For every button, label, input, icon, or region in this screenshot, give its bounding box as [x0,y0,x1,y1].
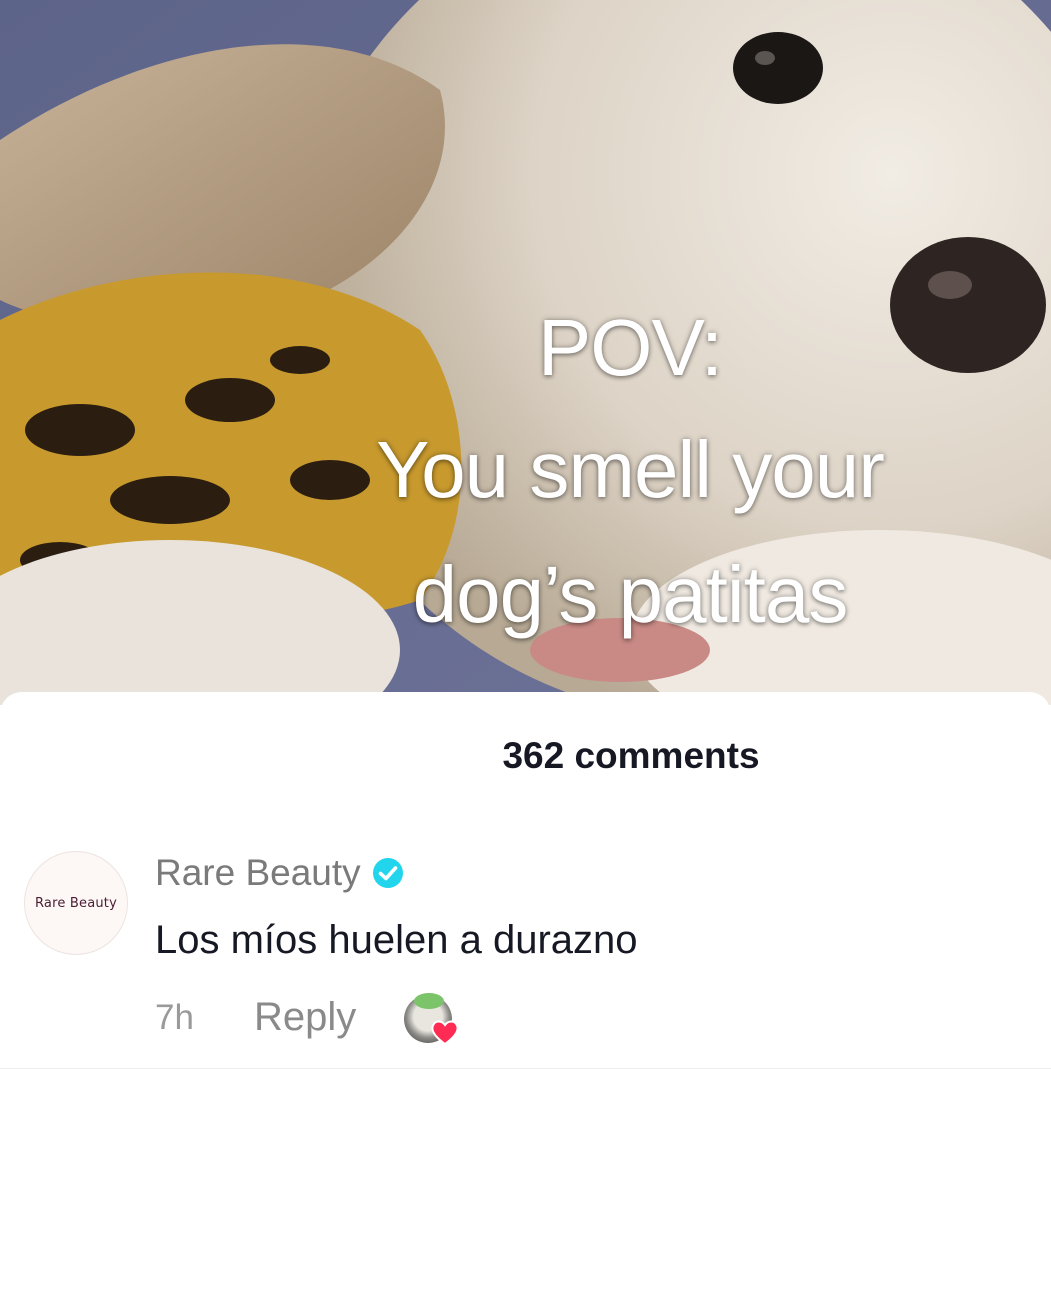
overlay-caption-line-3: dog’s patitas [412,550,849,639]
comments-count: 362 comments [502,735,760,776]
creator-liked-badge [404,993,459,1046]
avatar-text: Rare Beauty [34,895,117,911]
comment-text: Los míos huelen a durazno [155,918,638,962]
verified-badge-icon [372,858,403,888]
overlay-caption-line-2: You smell your [376,425,885,514]
comment-timestamp: 7h [155,998,194,1037]
heart-icon [431,1020,459,1046]
avatar[interactable]: Rare Beauty [24,851,128,955]
reply-button[interactable]: Reply [254,995,356,1040]
username-label: Rare Beauty [155,852,361,893]
overlay-caption-line-1: POV: [537,303,723,392]
liker-avatar-accent [414,993,444,1009]
video-frame[interactable]: POV: You smell your dog’s patitas [0,0,1051,705]
comment-username[interactable]: Rare Beauty [155,852,405,894]
